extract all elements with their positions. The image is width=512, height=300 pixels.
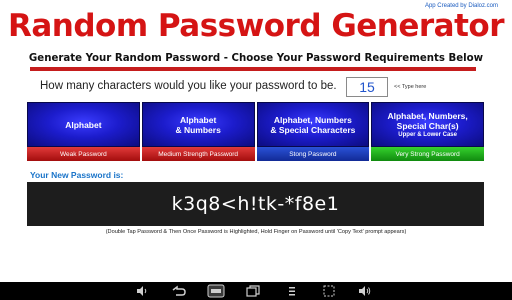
generated-password[interactable]: k3q8<h!tk-*f8e1 <box>27 182 484 226</box>
type-hint: << Type here <box>394 84 427 90</box>
option-label-line: & Numbers <box>175 124 221 135</box>
option-label-line: & Special Characters <box>270 124 356 135</box>
option-label-line: Alphabet <box>179 114 217 125</box>
medium-strength-bar[interactable]: Medium Strength Password <box>141 147 255 161</box>
option-label-line: Special Char(s) <box>396 120 459 131</box>
weak-strength-bar[interactable]: Weak Password <box>27 147 140 161</box>
title-divider <box>30 67 476 71</box>
option-alphabet-button[interactable]: Alphabet Weak Password <box>27 102 140 161</box>
volume-down-icon[interactable] <box>136 285 148 297</box>
length-question: How many characters would you like your … <box>40 80 337 92</box>
option-alphabet-numbers-label: Alphabet & Numbers <box>141 102 255 147</box>
option-all-characters-label: Alphabet, Numbers, Special Char(s) Upper… <box>371 102 484 147</box>
option-label-line: Alphabet, Numbers <box>273 114 352 125</box>
screenshot-icon[interactable] <box>323 285 335 297</box>
option-label-line: Alphabet, Numbers, <box>387 110 468 121</box>
home-icon[interactable] <box>207 284 225 298</box>
new-password-label: Your New Password is: <box>30 170 124 180</box>
page-title: Random Password Generator <box>7 8 505 44</box>
copy-instructions: (Double Tap Password & Then Once Passwor… <box>105 229 407 235</box>
option-alphabet-numbers-button[interactable]: Alphabet & Numbers Medium Strength Passw… <box>141 102 255 161</box>
option-label-subline: Upper & Lower Case <box>398 131 457 138</box>
volume-up-icon[interactable] <box>358 285 372 297</box>
system-navigation-bar <box>0 282 512 300</box>
recent-apps-icon[interactable] <box>246 285 260 297</box>
option-alphabet-numbers-special-label: Alphabet, Numbers & Special Characters <box>256 102 370 147</box>
very-strong-strength-bar[interactable]: Very Strong Password <box>371 147 484 161</box>
menu-icon[interactable] <box>287 285 297 297</box>
back-icon[interactable] <box>172 285 186 297</box>
option-label-line: Alphabet <box>65 119 102 130</box>
strong-strength-bar[interactable]: Stong Password <box>256 147 370 161</box>
password-length-input[interactable]: 15 <box>346 77 388 97</box>
password-options: Alphabet Weak Password Alphabet & Number… <box>27 102 484 161</box>
option-all-characters-button[interactable]: Alphabet, Numbers, Special Char(s) Upper… <box>371 102 484 161</box>
page-subtitle: Generate Your Random Password - Choose Y… <box>28 53 484 64</box>
option-alphabet-numbers-special-button[interactable]: Alphabet, Numbers & Special Characters S… <box>256 102 370 161</box>
password-text[interactable]: k3q8<h!tk-*f8e1 <box>172 193 340 215</box>
option-alphabet-label: Alphabet <box>27 102 140 147</box>
